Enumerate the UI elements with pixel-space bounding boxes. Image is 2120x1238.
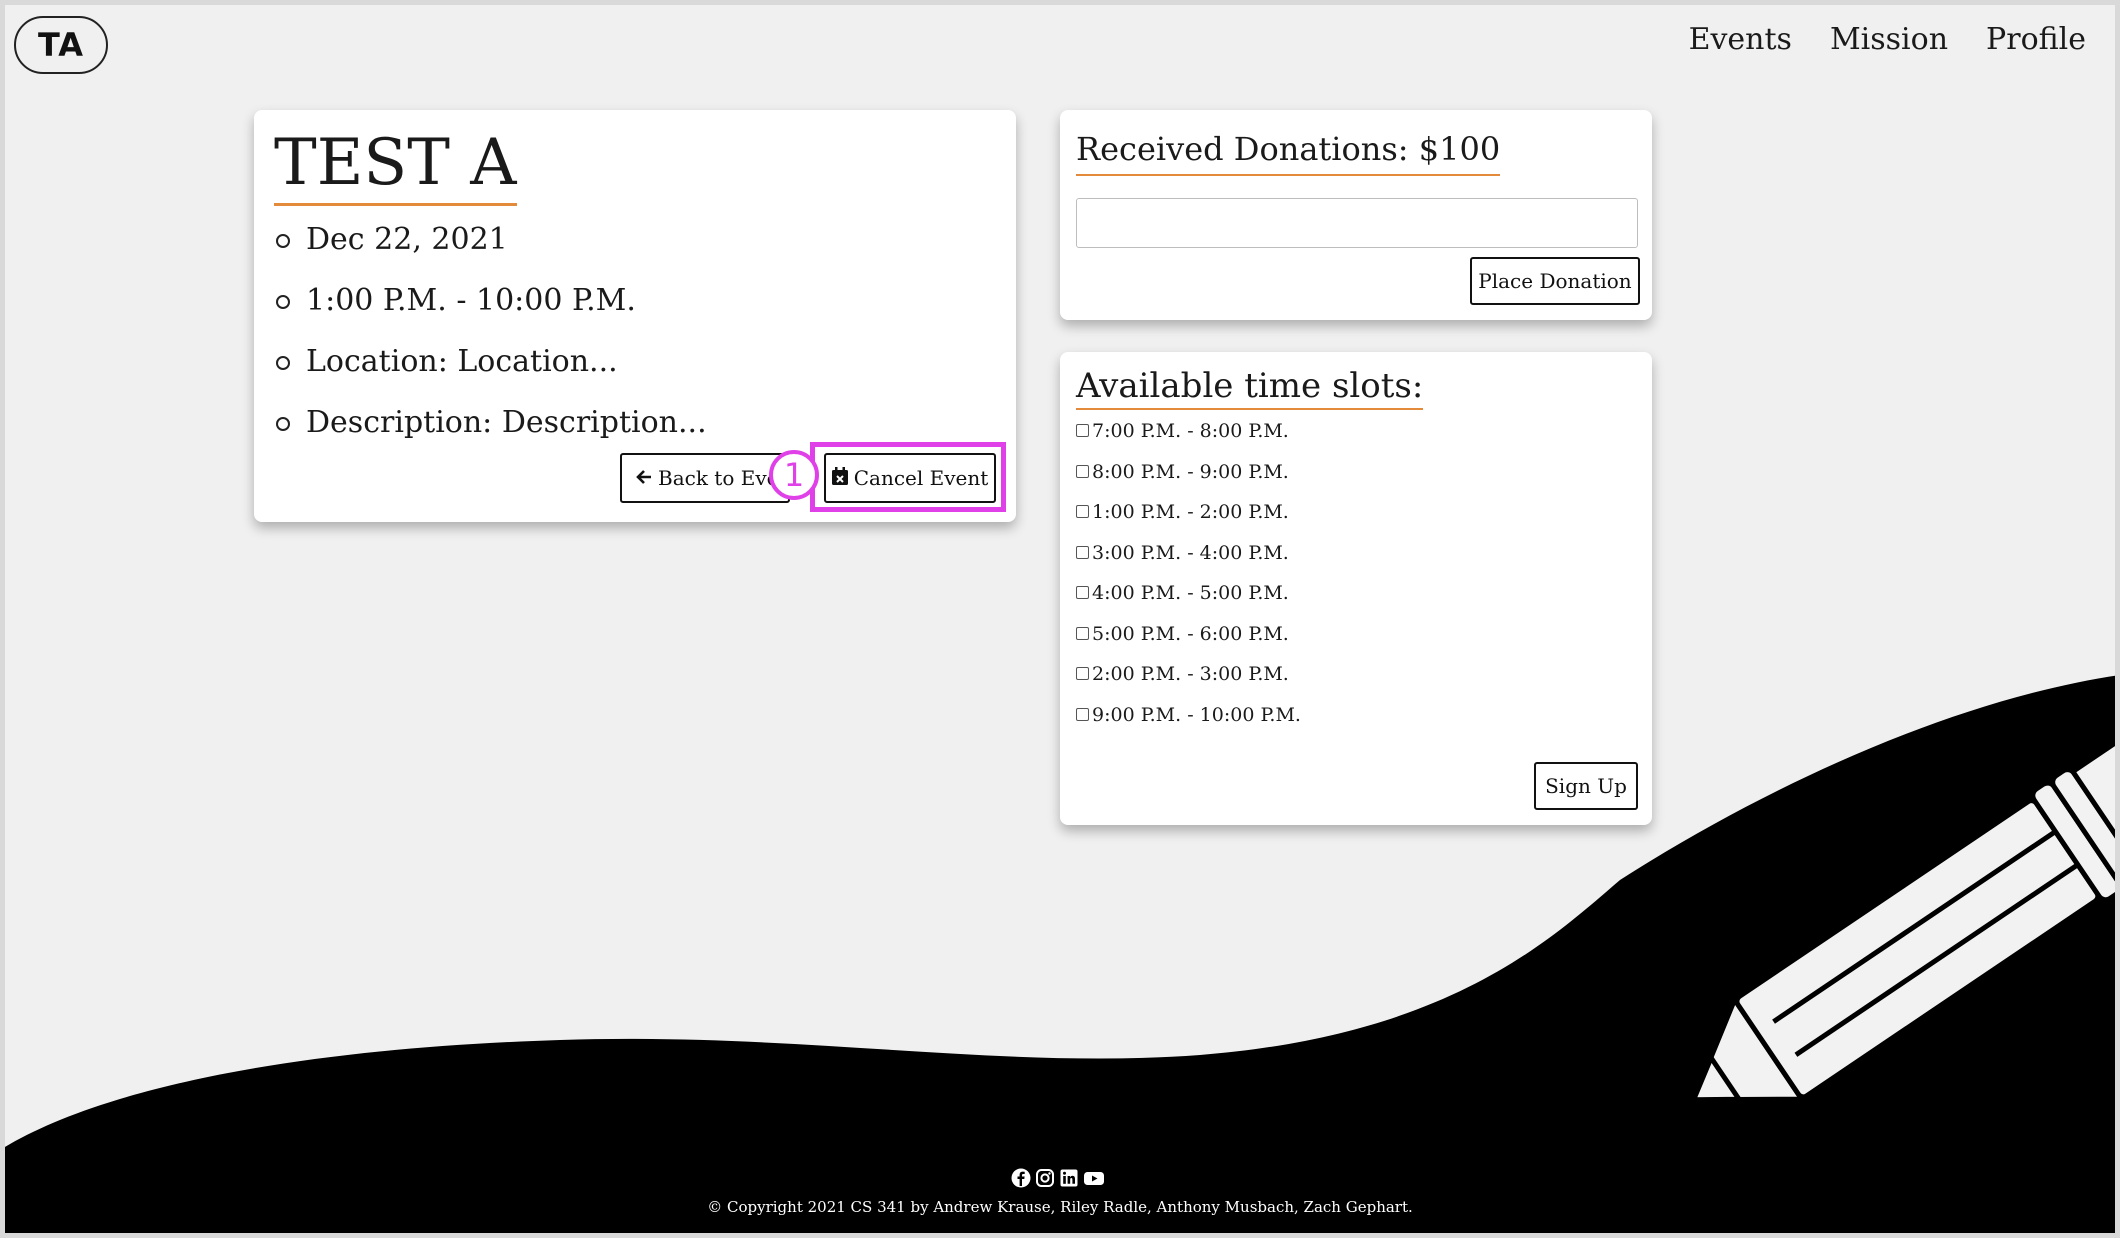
nav-profile-link[interactable]: Profile <box>1986 22 2086 57</box>
slot-label[interactable]: 4:00 P.M. - 5:00 P.M. <box>1092 582 1289 604</box>
event-details-card: TEST A Dec 22, 2021 1:00 P.M. - 10:00 P.… <box>254 110 1016 522</box>
sign-up-button[interactable]: Sign Up <box>1534 762 1638 810</box>
linkedin-icon[interactable] <box>1059 1168 1079 1192</box>
instagram-icon[interactable] <box>1035 1168 1055 1192</box>
slot-checkbox[interactable] <box>1076 626 1089 640</box>
event-date: Dec 22, 2021 <box>276 218 707 279</box>
annotation-highlight-box <box>810 442 1006 512</box>
social-links <box>1011 1168 1105 1192</box>
slot-checkbox[interactable] <box>1076 667 1089 680</box>
slot-checkbox[interactable] <box>1076 545 1089 559</box>
slot-label[interactable]: 3:00 P.M. - 4:00 P.M. <box>1092 542 1289 564</box>
time-slot-item: 4:00 P.M. - 5:00 P.M. <box>1076 582 1301 623</box>
slot-label[interactable]: 9:00 P.M. - 10:00 P.M. <box>1092 704 1301 726</box>
slot-checkbox[interactable] <box>1076 505 1089 518</box>
slot-checkbox[interactable] <box>1076 464 1089 478</box>
nav-mission-link[interactable]: Mission <box>1830 22 1948 57</box>
event-info-list: Dec 22, 2021 1:00 P.M. - 10:00 P.M. Loca… <box>276 218 707 462</box>
available-slots-title: Available time slots: <box>1076 366 1424 410</box>
donation-amount-input[interactable] <box>1076 198 1638 248</box>
time-slot-item: 5:00 P.M. - 6:00 P.M. <box>1076 623 1301 664</box>
time-slot-item: 1:00 P.M. - 2:00 P.M. <box>1076 501 1301 542</box>
time-slot-item: 8:00 P.M. - 9:00 P.M. <box>1076 461 1301 502</box>
slot-label[interactable]: 7:00 P.M. - 8:00 P.M. <box>1092 420 1289 442</box>
arrow-left-icon <box>636 466 652 490</box>
nav-events-link[interactable]: Events <box>1689 22 1792 57</box>
time-slot-item: 9:00 P.M. - 10:00 P.M. <box>1076 704 1301 745</box>
event-location: Location: Location... <box>276 340 707 401</box>
footer-copyright: © Copyright 2021 CS 341 by Andrew Krause… <box>707 1198 1413 1216</box>
slot-checkbox[interactable] <box>1076 707 1089 721</box>
slot-label[interactable]: 1:00 P.M. - 2:00 P.M. <box>1092 501 1289 523</box>
received-donations-title: Received Donations: $100 <box>1076 130 1501 176</box>
slot-checkbox[interactable] <box>1076 424 1089 437</box>
event-title: TEST A <box>274 129 517 207</box>
time-slots-card: Available time slots: 7:00 P.M. - 8:00 P… <box>1060 352 1652 825</box>
event-time: 1:00 P.M. - 10:00 P.M. <box>276 279 707 340</box>
place-donation-button[interactable]: Place Donation <box>1470 257 1640 305</box>
time-slot-item: 3:00 P.M. - 4:00 P.M. <box>1076 542 1301 583</box>
annotation-badge: 1 <box>769 450 819 500</box>
back-to-events-button[interactable]: Back to Events <box>620 453 790 503</box>
donations-card: Received Donations: $100 Place Donation <box>1060 110 1652 320</box>
main-nav: Events Mission Profile <box>1689 22 2086 57</box>
time-slot-item: 7:00 P.M. - 8:00 P.M. <box>1076 420 1301 461</box>
site-logo[interactable]: TA <box>14 16 108 74</box>
facebook-icon[interactable] <box>1011 1168 1031 1192</box>
slot-label[interactable]: 5:00 P.M. - 6:00 P.M. <box>1092 623 1289 645</box>
slot-label[interactable]: 2:00 P.M. - 3:00 P.M. <box>1092 663 1289 685</box>
youtube-icon[interactable] <box>1083 1168 1105 1192</box>
time-slot-list: 7:00 P.M. - 8:00 P.M. 8:00 P.M. - 9:00 P… <box>1076 420 1301 744</box>
slot-label[interactable]: 8:00 P.M. - 9:00 P.M. <box>1092 461 1289 483</box>
slot-checkbox[interactable] <box>1076 586 1089 599</box>
time-slot-item: 2:00 P.M. - 3:00 P.M. <box>1076 663 1301 704</box>
